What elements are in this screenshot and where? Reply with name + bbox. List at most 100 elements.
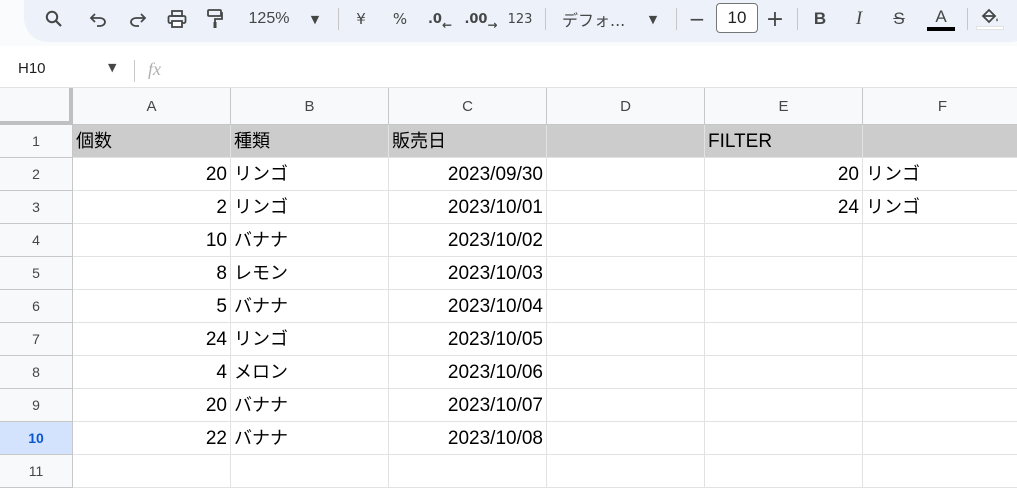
cell-f1[interactable] bbox=[863, 125, 1017, 158]
cell-f6[interactable] bbox=[863, 290, 1017, 323]
cell-c7[interactable]: 2023/10/05 bbox=[389, 323, 547, 356]
cell-d5[interactable] bbox=[547, 257, 705, 290]
cell-a9[interactable]: 20 bbox=[73, 389, 231, 422]
column-header-f[interactable]: F bbox=[863, 88, 1017, 125]
more-formats-button[interactable]: 123 bbox=[506, 6, 534, 32]
row-header-6[interactable]: 6 bbox=[0, 290, 73, 323]
select-all-corner[interactable] bbox=[0, 88, 73, 125]
cell-f10[interactable] bbox=[863, 422, 1017, 455]
cell-a1[interactable]: 個数 bbox=[73, 125, 231, 158]
cell-c11[interactable] bbox=[389, 455, 547, 488]
name-box-dropdown-icon[interactable]: ▼ bbox=[108, 61, 116, 74]
row-header-7[interactable]: 7 bbox=[0, 323, 73, 356]
cell-e2[interactable]: 20 bbox=[705, 158, 863, 191]
paint-format-icon[interactable] bbox=[201, 6, 229, 32]
cell-c8[interactable]: 2023/10/06 bbox=[389, 356, 547, 389]
cell-d1[interactable] bbox=[547, 125, 705, 158]
font-size-input[interactable]: 10 bbox=[716, 3, 758, 33]
increase-font-size-button[interactable]: + bbox=[764, 6, 786, 32]
cell-c5[interactable]: 2023/10/03 bbox=[389, 257, 547, 290]
row-header-2[interactable]: 2 bbox=[0, 158, 73, 191]
cell-b1[interactable]: 種類 bbox=[231, 125, 389, 158]
cell-e6[interactable] bbox=[705, 290, 863, 323]
cell-e1[interactable]: FILTER bbox=[705, 125, 863, 158]
cell-d11[interactable] bbox=[547, 455, 705, 488]
cell-b10[interactable]: バナナ bbox=[231, 422, 389, 455]
cell-a7[interactable]: 24 bbox=[73, 323, 231, 356]
column-header-b[interactable]: B bbox=[231, 88, 389, 125]
cell-b5[interactable]: レモン bbox=[231, 257, 389, 290]
row-header-11[interactable]: 11 bbox=[0, 455, 73, 488]
cell-c1[interactable]: 販売日 bbox=[389, 125, 547, 158]
cell-a3[interactable]: 2 bbox=[73, 191, 231, 224]
percent-format-button[interactable]: % bbox=[388, 6, 412, 32]
column-header-e[interactable]: E bbox=[705, 88, 863, 125]
cell-a2[interactable]: 20 bbox=[73, 158, 231, 191]
cell-a5[interactable]: 8 bbox=[73, 257, 231, 290]
cell-b6[interactable]: バナナ bbox=[231, 290, 389, 323]
row-header-10[interactable]: 10 bbox=[0, 422, 73, 455]
print-icon[interactable] bbox=[163, 6, 191, 32]
cell-a8[interactable]: 4 bbox=[73, 356, 231, 389]
cell-e10[interactable] bbox=[705, 422, 863, 455]
strikethrough-button[interactable]: S bbox=[886, 6, 912, 32]
currency-format-button[interactable]: ¥ bbox=[350, 6, 372, 32]
decrease-font-size-button[interactable]: − bbox=[686, 6, 708, 32]
row-header-8[interactable]: 8 bbox=[0, 356, 73, 389]
cell-d3[interactable] bbox=[547, 191, 705, 224]
row-header-5[interactable]: 5 bbox=[0, 257, 73, 290]
cell-c6[interactable]: 2023/10/04 bbox=[389, 290, 547, 323]
cell-d7[interactable] bbox=[547, 323, 705, 356]
cell-f9[interactable] bbox=[863, 389, 1017, 422]
cell-e4[interactable] bbox=[705, 224, 863, 257]
cell-d2[interactable] bbox=[547, 158, 705, 191]
cell-c9[interactable]: 2023/10/07 bbox=[389, 389, 547, 422]
font-dropdown-icon[interactable]: ▼ bbox=[643, 6, 663, 32]
cell-d9[interactable] bbox=[547, 389, 705, 422]
cell-d8[interactable] bbox=[547, 356, 705, 389]
cell-e7[interactable] bbox=[705, 323, 863, 356]
column-header-a[interactable]: A bbox=[73, 88, 231, 125]
increase-decimal-button[interactable]: .00 → bbox=[464, 6, 497, 33]
cell-a10[interactable]: 22 bbox=[73, 422, 231, 455]
cell-c2[interactable]: 2023/09/30 bbox=[389, 158, 547, 191]
cell-f7[interactable] bbox=[863, 323, 1017, 356]
row-header-1[interactable]: 1 bbox=[0, 125, 73, 158]
cell-a11[interactable] bbox=[73, 455, 231, 488]
text-color-button[interactable]: A bbox=[926, 6, 956, 32]
row-header-9[interactable]: 9 bbox=[0, 389, 73, 422]
cell-f8[interactable] bbox=[863, 356, 1017, 389]
decrease-decimal-button[interactable]: .0 ← bbox=[426, 6, 454, 33]
cell-a4[interactable]: 10 bbox=[73, 224, 231, 257]
search-icon[interactable] bbox=[40, 6, 68, 32]
cell-e11[interactable] bbox=[705, 455, 863, 488]
row-header-4[interactable]: 4 bbox=[0, 224, 73, 257]
cell-e8[interactable] bbox=[705, 356, 863, 389]
italic-button[interactable]: I bbox=[847, 6, 871, 32]
zoom-dropdown-icon[interactable]: ▼ bbox=[305, 6, 325, 32]
cell-b2[interactable]: リンゴ bbox=[231, 158, 389, 191]
column-header-c[interactable]: C bbox=[389, 88, 547, 125]
cell-f11[interactable] bbox=[863, 455, 1017, 488]
cell-d10[interactable] bbox=[547, 422, 705, 455]
cell-d6[interactable] bbox=[547, 290, 705, 323]
cell-f2[interactable]: リンゴ bbox=[863, 158, 1017, 191]
name-box[interactable]: H10 bbox=[18, 60, 46, 77]
redo-icon[interactable] bbox=[124, 6, 152, 32]
cell-f5[interactable] bbox=[863, 257, 1017, 290]
cell-d4[interactable] bbox=[547, 224, 705, 257]
bold-button[interactable]: B bbox=[808, 6, 832, 32]
cell-c10[interactable]: 2023/10/08 bbox=[389, 422, 547, 455]
fill-color-button[interactable] bbox=[976, 6, 1004, 32]
cell-b11[interactable] bbox=[231, 455, 389, 488]
cell-c4[interactable]: 2023/10/02 bbox=[389, 224, 547, 257]
column-header-d[interactable]: D bbox=[547, 88, 705, 125]
cell-c3[interactable]: 2023/10/01 bbox=[389, 191, 547, 224]
cell-b9[interactable]: バナナ bbox=[231, 389, 389, 422]
cell-b7[interactable]: リンゴ bbox=[231, 323, 389, 356]
cell-e9[interactable] bbox=[705, 389, 863, 422]
row-header-3[interactable]: 3 bbox=[0, 191, 73, 224]
undo-icon[interactable] bbox=[84, 6, 112, 32]
zoom-select[interactable]: 125% bbox=[246, 6, 292, 32]
cell-a6[interactable]: 5 bbox=[73, 290, 231, 323]
